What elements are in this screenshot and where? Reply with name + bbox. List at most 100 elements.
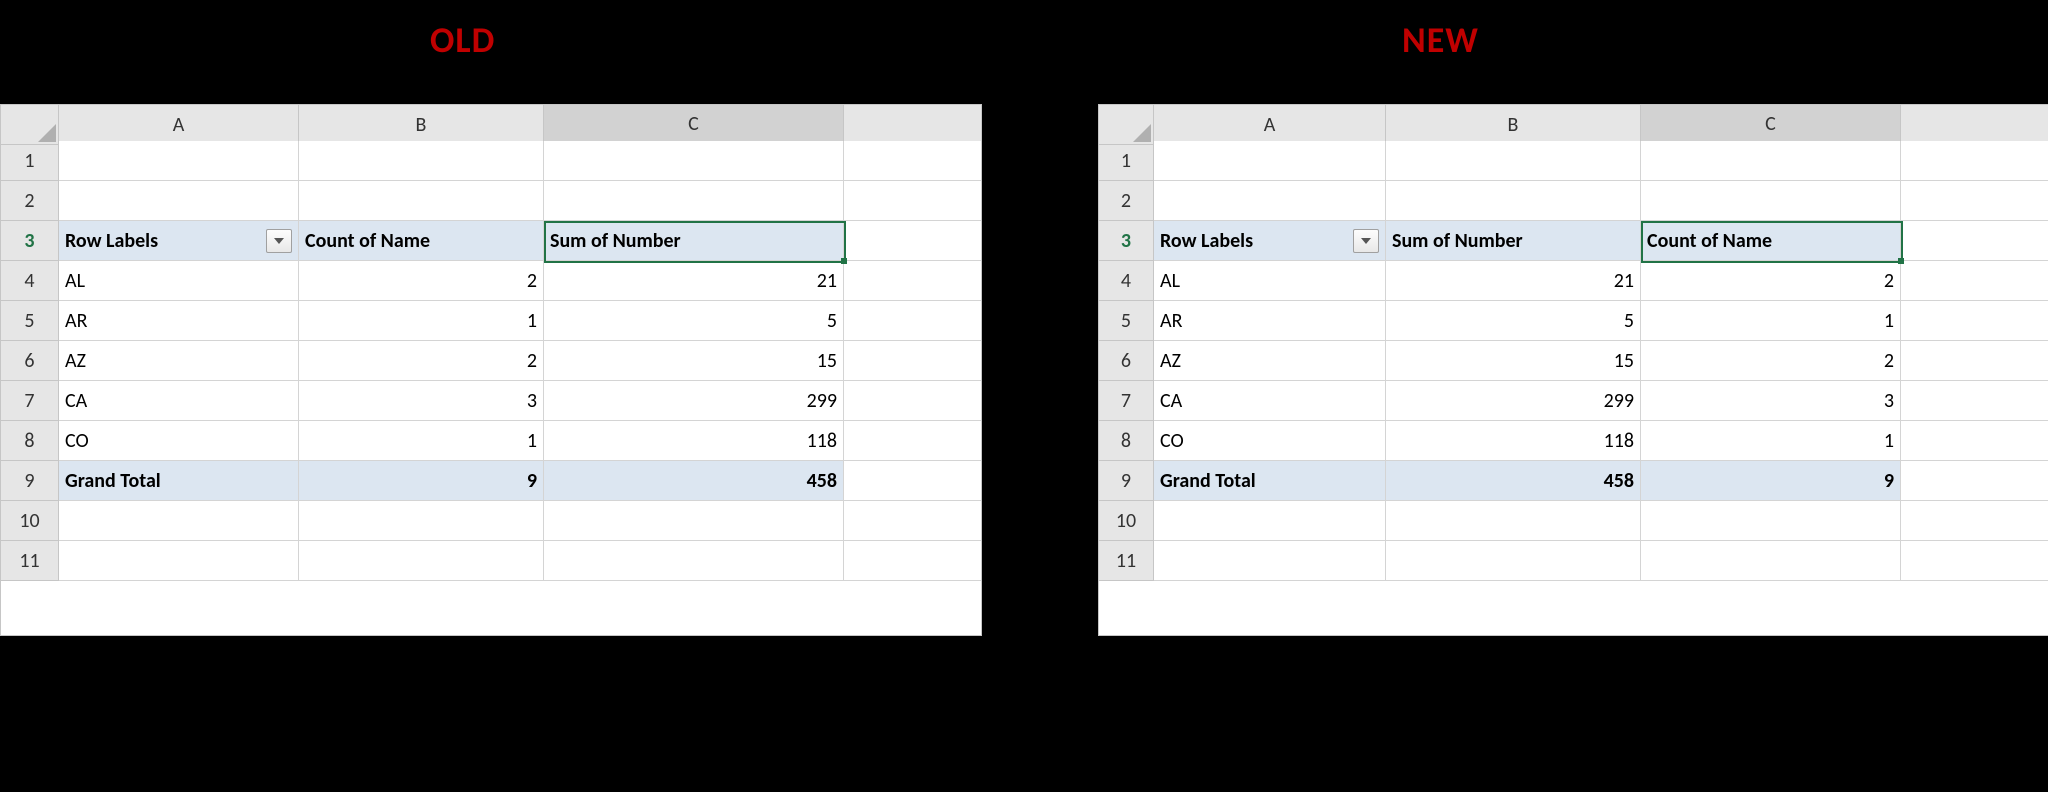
cell[interactable]: [1641, 181, 1901, 221]
cell[interactable]: [299, 501, 544, 541]
row-header[interactable]: 8: [1, 421, 59, 461]
pivot-row-labels-header[interactable]: Row Labels: [59, 221, 299, 261]
cell[interactable]: [1386, 141, 1641, 181]
pivot-value[interactable]: 2: [299, 261, 544, 301]
select-all-triangle[interactable]: [1099, 105, 1154, 145]
cell[interactable]: [1386, 541, 1641, 581]
cell[interactable]: [544, 501, 844, 541]
cell[interactable]: [1641, 141, 1901, 181]
column-header-c[interactable]: C: [544, 105, 844, 145]
cell[interactable]: [59, 141, 299, 181]
pivot-row-label[interactable]: CA: [59, 381, 299, 421]
row-header[interactable]: 8: [1099, 421, 1154, 461]
column-header-c[interactable]: C: [1641, 105, 1901, 145]
pivot-row-label[interactable]: AZ: [1154, 341, 1386, 381]
pivot-value[interactable]: 5: [544, 301, 844, 341]
pivot-row-labels-header[interactable]: Row Labels: [1154, 221, 1386, 261]
cell[interactable]: [59, 541, 299, 581]
column-header-a[interactable]: A: [1154, 105, 1386, 145]
cell[interactable]: [59, 181, 299, 221]
pivot-value[interactable]: 299: [1386, 381, 1641, 421]
pivot-value[interactable]: 2: [1641, 261, 1901, 301]
pivot-value[interactable]: 3: [1641, 381, 1901, 421]
row-header[interactable]: 5: [1, 301, 59, 341]
column-header-a[interactable]: A: [59, 105, 299, 145]
cell[interactable]: [59, 501, 299, 541]
row-header[interactable]: 7: [1, 381, 59, 421]
row-header[interactable]: 4: [1099, 261, 1154, 301]
column-header-b[interactable]: B: [299, 105, 544, 145]
pivot-value[interactable]: 21: [1386, 261, 1641, 301]
pivot-value[interactable]: 118: [1386, 421, 1641, 461]
pivot-value[interactable]: 15: [544, 341, 844, 381]
cell[interactable]: [1154, 501, 1386, 541]
pivot-row-label[interactable]: CA: [1154, 381, 1386, 421]
filter-dropdown-button[interactable]: [266, 229, 292, 253]
pivot-row-label[interactable]: AL: [1154, 261, 1386, 301]
cell[interactable]: [544, 141, 844, 181]
grand-total-label[interactable]: Grand Total: [1154, 461, 1386, 501]
row-header[interactable]: 10: [1, 501, 59, 541]
row-header[interactable]: 11: [1, 541, 59, 581]
grand-total-value[interactable]: 9: [299, 461, 544, 501]
row-header[interactable]: 9: [1099, 461, 1154, 501]
cell[interactable]: [1641, 501, 1901, 541]
grand-total-value[interactable]: 458: [1386, 461, 1641, 501]
row-header[interactable]: 3: [1, 221, 59, 261]
cell[interactable]: [1386, 501, 1641, 541]
row-header[interactable]: 1: [1, 141, 59, 181]
pivot-value[interactable]: 15: [1386, 341, 1641, 381]
row-header[interactable]: 10: [1099, 501, 1154, 541]
row-header[interactable]: 2: [1, 181, 59, 221]
pivot-value[interactable]: 5: [1386, 301, 1641, 341]
select-all-triangle[interactable]: [1, 105, 59, 145]
cell[interactable]: [299, 141, 544, 181]
row-header[interactable]: 6: [1099, 341, 1154, 381]
pivot-value[interactable]: 1: [1641, 301, 1901, 341]
pivot-row-label[interactable]: CO: [1154, 421, 1386, 461]
row-header[interactable]: 2: [1099, 181, 1154, 221]
cell[interactable]: [544, 541, 844, 581]
row-header[interactable]: 4: [1, 261, 59, 301]
cell[interactable]: [299, 541, 544, 581]
pivot-row-label[interactable]: AL: [59, 261, 299, 301]
row-header[interactable]: 7: [1099, 381, 1154, 421]
filter-dropdown-button[interactable]: [1353, 229, 1379, 253]
pivot-row-label[interactable]: CO: [59, 421, 299, 461]
old-label: OLD: [430, 18, 495, 62]
grand-total-value[interactable]: 9: [1641, 461, 1901, 501]
cell[interactable]: [544, 181, 844, 221]
pivot-value[interactable]: 118: [544, 421, 844, 461]
pivot-col-c-header[interactable]: Sum of Number: [544, 221, 844, 261]
row-header[interactable]: 5: [1099, 301, 1154, 341]
pivot-row-label[interactable]: AR: [1154, 301, 1386, 341]
pivot-row-labels-text: Row Labels: [1160, 229, 1253, 253]
pivot-value[interactable]: 2: [1641, 341, 1901, 381]
cell[interactable]: [1154, 141, 1386, 181]
pivot-row-label[interactable]: AR: [59, 301, 299, 341]
grand-total-label[interactable]: Grand Total: [59, 461, 299, 501]
pivot-value[interactable]: 21: [544, 261, 844, 301]
row-header[interactable]: 1: [1099, 141, 1154, 181]
pivot-col-b-header[interactable]: Count of Name: [299, 221, 544, 261]
row-header[interactable]: 11: [1099, 541, 1154, 581]
cell[interactable]: [1154, 181, 1386, 221]
pivot-value[interactable]: 1: [299, 301, 544, 341]
grand-total-value[interactable]: 458: [544, 461, 844, 501]
row-header[interactable]: 6: [1, 341, 59, 381]
row-header[interactable]: 3: [1099, 221, 1154, 261]
cell[interactable]: [1154, 541, 1386, 581]
pivot-value[interactable]: 1: [299, 421, 544, 461]
pivot-value[interactable]: 1: [1641, 421, 1901, 461]
pivot-value[interactable]: 3: [299, 381, 544, 421]
pivot-row-label[interactable]: AZ: [59, 341, 299, 381]
cell[interactable]: [1641, 541, 1901, 581]
pivot-value[interactable]: 299: [544, 381, 844, 421]
pivot-col-b-header[interactable]: Sum of Number: [1386, 221, 1641, 261]
row-header[interactable]: 9: [1, 461, 59, 501]
pivot-value[interactable]: 2: [299, 341, 544, 381]
pivot-col-c-header[interactable]: Count of Name: [1641, 221, 1901, 261]
cell[interactable]: [1386, 181, 1641, 221]
column-header-b[interactable]: B: [1386, 105, 1641, 145]
cell[interactable]: [299, 181, 544, 221]
